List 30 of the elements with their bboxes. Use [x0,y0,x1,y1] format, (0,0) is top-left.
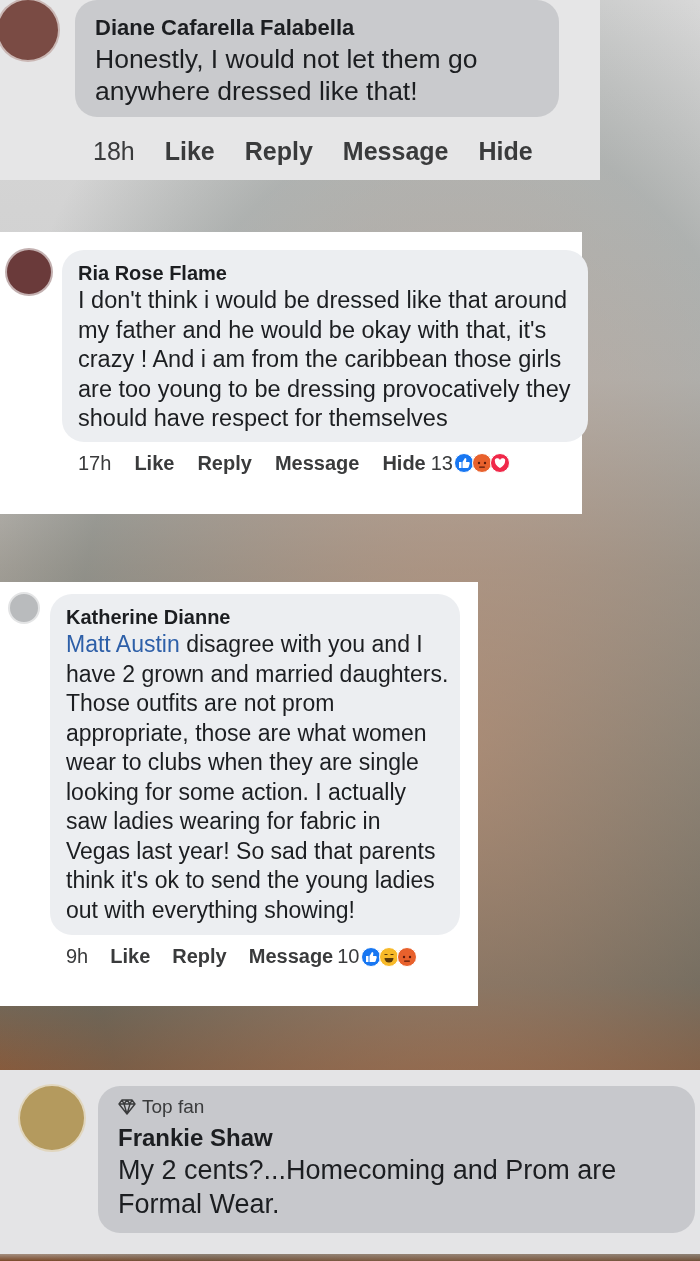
timestamp: 9h [66,945,89,968]
comment-action-link[interactable]: Like [134,451,175,475]
timestamp: 17h [78,451,112,475]
author-name[interactable]: Diane Cafarella Falabella [95,14,541,43]
diamond-icon [118,1099,136,1115]
comment-action-link[interactable]: Reply [172,945,227,968]
comment-text: Honestly, I would not let them go anywhere dressed like that! [95,42,479,107]
author-name[interactable]: Katherine Dianne [66,604,450,630]
comment-action-link[interactable]: Hide [382,451,426,475]
comment-text: I don't think i would be dressed like that around my father and he would be okay with that, it's crazy ! And i am from the caribbean those girls are too young to be dressing provocatively they should have respect for themselves [78,286,572,433]
avatar [5,248,53,296]
top-fan-label: Top fan [142,1096,205,1118]
mention-link[interactable]: Matt Austin [66,631,180,657]
reaction-count: 13 [430,451,453,475]
comment-text: My 2 cents?...Homecoming and Prom are Formal Wear. [118,1154,618,1222]
comment-action-link[interactable]: Like [164,136,215,166]
avatar [0,0,60,62]
comment-action-link[interactable]: Reply [197,451,252,475]
timestamp: 18h [93,136,135,166]
comment-action-link[interactable]: Hide [478,136,533,166]
comment-text: Matt Austin disagree with you and I have 2 grown and married daughters. Those outfits are not prom appropriate, those are what women wear to clubs when they are single looking for some action. I actually saw ladies wearing for fabric in Vegas last year! So sad that parents think it's ok to send the young ladies out with everything showing! [66,630,450,925]
comment-action-link[interactable]: Message [274,451,360,475]
comment-action-link[interactable]: Message [248,945,334,968]
author-name[interactable]: Frankie Shaw [118,1122,679,1154]
reaction-count: 10 [337,945,360,968]
comment-action-link[interactable]: Like [110,945,151,968]
comment-action-link[interactable]: Message [342,136,449,166]
comment-action-link[interactable]: Reply [244,136,313,166]
author-name[interactable]: Ria Rose Flame [78,260,574,286]
avatar [8,592,40,624]
